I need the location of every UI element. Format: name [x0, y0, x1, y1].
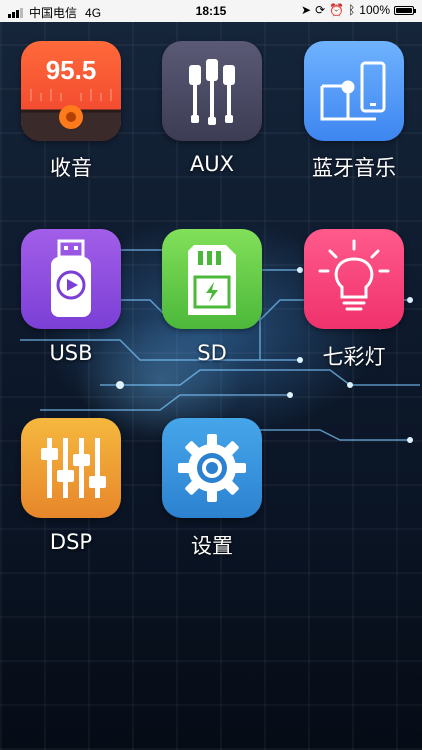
sd-app-button[interactable]: [162, 229, 262, 329]
usb-app-button[interactable]: [21, 229, 121, 329]
usb-drive-icon: [51, 239, 91, 317]
aux-app-button[interactable]: [162, 41, 262, 141]
bluetooth-icon: ᛒ: [348, 3, 356, 17]
dsp-app-label: DSP: [49, 530, 93, 554]
light-bulb-icon: [318, 239, 390, 311]
aux-app-label: AUX: [189, 152, 235, 176]
equalizer-icon: [41, 438, 106, 498]
battery-icon: [394, 5, 416, 15]
light-app-label: 七彩灯: [322, 345, 386, 369]
bluetooth-music-icon: [320, 61, 386, 121]
bluetooth-music-app-button[interactable]: [304, 41, 404, 141]
bluetooth-music-app-label: 蓝牙音乐: [312, 156, 396, 180]
dsp-app-button[interactable]: [21, 418, 121, 518]
usb-app-label: USB: [49, 341, 93, 365]
radio-app-button[interactable]: 95.5: [21, 41, 121, 141]
gear-icon: [178, 434, 246, 502]
settings-app-label: 设置: [191, 534, 233, 558]
light-app-button[interactable]: [304, 229, 404, 329]
sd-card-icon: [188, 245, 236, 315]
lock-rotation-icon: ⟳: [315, 3, 326, 17]
location-icon: ➤: [301, 3, 312, 17]
radio-icon: [21, 89, 121, 129]
alarm-icon: ⏰: [329, 3, 345, 17]
battery-percent: 100%: [359, 3, 390, 17]
status-bar: 中国电信 4G 18:15 ➤ ⟳ ⏰ ᛒ 100%: [0, 0, 422, 22]
aux-cable-icon: [189, 59, 235, 125]
settings-app-button[interactable]: [162, 418, 262, 518]
sd-app-label: SD: [197, 341, 227, 365]
radio-app-label: 收音: [50, 156, 92, 180]
